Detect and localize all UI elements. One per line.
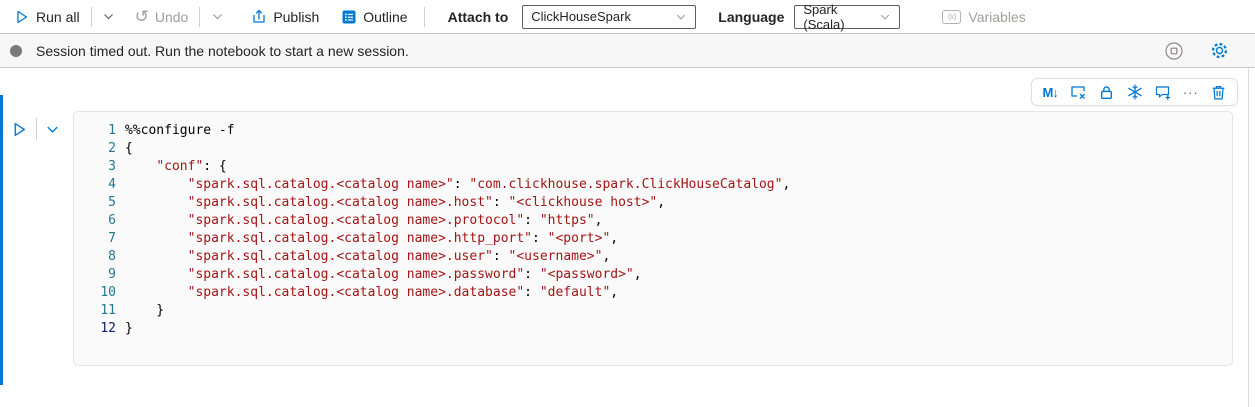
scrollbar-track[interactable] — [1248, 68, 1249, 407]
run-all-label: Run all — [36, 9, 80, 25]
attach-to-label: Attach to — [448, 9, 509, 25]
more-options-icon[interactable]: ··· — [1181, 82, 1201, 102]
toolbar-divider — [199, 7, 200, 27]
code-text: "conf": { — [116, 158, 227, 176]
code-lines: 1%%configure -f2{3 "conf": {4 "spark.sql… — [74, 122, 1232, 338]
code-line: 7 "spark.sql.catalog.<catalog name>.http… — [74, 230, 1232, 248]
code-text: } — [116, 320, 133, 338]
notebook-canvas: M↓ ··· — [0, 68, 1255, 407]
session-status-message: Session timed out. Run the notebook to s… — [36, 43, 1164, 59]
line-number: 2 — [74, 140, 116, 158]
line-number: 7 — [74, 230, 116, 248]
chevron-down-icon — [675, 11, 687, 23]
code-text: "spark.sql.catalog.<catalog name>": "com… — [116, 176, 790, 194]
cell-toolbar: M↓ ··· — [1031, 78, 1238, 106]
session-status-bar: Session timed out. Run the notebook to s… — [0, 33, 1255, 68]
delete-cell-icon[interactable] — [1209, 82, 1229, 102]
markdown-icon[interactable]: M↓ — [1040, 82, 1060, 102]
lock-icon[interactable] — [1096, 82, 1116, 102]
outline-label: Outline — [363, 9, 407, 25]
divider — [36, 118, 37, 140]
undo-label: Undo — [155, 9, 188, 25]
cell-run-controls — [11, 118, 60, 140]
publish-icon — [251, 9, 267, 25]
code-text: %%configure -f — [116, 122, 235, 140]
session-status-dot-icon — [10, 45, 22, 57]
language-label: Language — [718, 9, 784, 25]
variables-label: Variables — [968, 9, 1025, 25]
code-line: 9 "spark.sql.catalog.<catalog name>.pass… — [74, 266, 1232, 284]
run-all-play-icon — [14, 9, 30, 25]
line-number: 9 — [74, 266, 116, 284]
outline-icon — [341, 9, 357, 25]
undo-button[interactable]: ↺ Undo — [131, 4, 193, 30]
variables-icon: (x) — [942, 10, 961, 24]
run-all-button[interactable]: Run all — [10, 4, 84, 30]
code-line: 8 "spark.sql.catalog.<catalog name>.user… — [74, 248, 1232, 266]
code-cell-editor[interactable]: 1%%configure -f2{3 "conf": {4 "spark.sql… — [73, 111, 1233, 366]
code-line: 11 } — [74, 302, 1232, 320]
line-number: 8 — [74, 248, 116, 266]
line-number: 10 — [74, 284, 116, 302]
code-text: "spark.sql.catalog.<catalog name>.host":… — [116, 194, 665, 212]
line-number: 4 — [74, 176, 116, 194]
code-text: "spark.sql.catalog.<catalog name>.databa… — [116, 284, 618, 302]
code-line: 1%%configure -f — [74, 122, 1232, 140]
clear-output-icon[interactable] — [1068, 82, 1088, 102]
code-text: "spark.sql.catalog.<catalog name>.http_p… — [116, 230, 618, 248]
code-text: "spark.sql.catalog.<catalog name>.protoc… — [116, 212, 602, 230]
session-settings-gear-icon[interactable] — [1210, 41, 1229, 60]
toolbar-divider — [91, 7, 92, 27]
notebook-toolbar: Run all ↺ Undo Publish Outline — [0, 0, 1255, 33]
freeze-icon[interactable] — [1125, 82, 1145, 102]
line-number: 12 — [74, 320, 116, 338]
chevron-down-icon — [879, 11, 891, 23]
line-number: 1 — [74, 122, 116, 140]
code-text: "spark.sql.catalog.<catalog name>.user":… — [116, 248, 610, 266]
active-cell-indicator-bar — [0, 95, 3, 385]
code-line: 3 "conf": { — [74, 158, 1232, 176]
code-text: { — [116, 140, 133, 158]
attach-to-dropdown[interactable]: ClickHouseSpark — [522, 5, 696, 29]
variables-button[interactable]: (x) Variables — [942, 9, 1025, 25]
code-line: 10 "spark.sql.catalog.<catalog name>.dat… — [74, 284, 1232, 302]
toolbar-divider — [424, 7, 425, 27]
language-dropdown[interactable]: Spark (Scala) — [794, 5, 900, 29]
line-number: 6 — [74, 212, 116, 230]
run-cell-button[interactable] — [11, 121, 28, 138]
attach-to-value: ClickHouseSpark — [531, 9, 631, 24]
line-number: 5 — [74, 194, 116, 212]
code-line: 2{ — [74, 140, 1232, 158]
code-text: "spark.sql.catalog.<catalog name>.passwo… — [116, 266, 642, 284]
code-line: 12} — [74, 320, 1232, 338]
line-number: 11 — [74, 302, 116, 320]
code-text: } — [116, 302, 164, 320]
collapse-cell-chevron-icon[interactable] — [45, 122, 60, 137]
code-line: 5 "spark.sql.catalog.<catalog name>.host… — [74, 194, 1232, 212]
add-comment-icon[interactable] — [1153, 82, 1173, 102]
language-value: Spark (Scala) — [803, 2, 879, 32]
undo-icon: ↺ — [135, 8, 149, 25]
line-number: 3 — [74, 158, 116, 176]
stop-session-icon[interactable] — [1164, 41, 1184, 61]
publish-label: Publish — [273, 9, 319, 25]
undo-menu-chevron-icon[interactable] — [207, 4, 227, 30]
outline-button[interactable]: Outline — [337, 4, 411, 30]
code-line: 4 "spark.sql.catalog.<catalog name>": "c… — [74, 176, 1232, 194]
code-line: 6 "spark.sql.catalog.<catalog name>.prot… — [74, 212, 1232, 230]
publish-button[interactable]: Publish — [247, 4, 323, 30]
run-all-menu-chevron-icon[interactable] — [99, 4, 119, 30]
